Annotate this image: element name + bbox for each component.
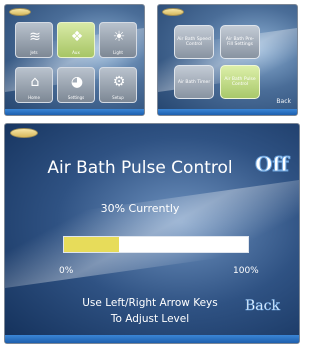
light-icon: ☀ [112,29,126,45]
air-bath-speed-button[interactable]: Air Bath Speed Control [174,25,214,59]
tile-jets[interactable]: ≋ Jets [15,22,53,58]
instruction-line-2: To Adjust Level [110,313,190,325]
home-icon: ⌂ [30,74,40,90]
tile-setup[interactable]: ⚙ Setup [99,67,137,103]
bottom-bar [5,109,144,115]
brand-logo [10,128,38,138]
main-menu-screen: ≋ Jets ❖ Aux ☀ Light ⌂ Home ◕ Settings ⚙… [4,4,145,116]
max-label: 100% [233,266,259,276]
tile-aux[interactable]: ❖ Aux [57,22,95,58]
brand-logo [162,8,184,16]
air-bath-prefill-button[interactable]: Air Bath Pre-Fill Settings [220,25,260,59]
pulse-state-toggle[interactable]: Off [255,152,290,177]
aux-icon: ❖ [70,29,84,45]
air-bath-timer-button[interactable]: Air Bath Timer [174,65,214,99]
aux-control-screen: Air Bath Speed Control Air Bath Pre-Fill… [157,4,298,116]
pulse-control-screen: Air Bath Pulse Control Off 30% Currently… [4,123,300,344]
spa-jets-icon: ≋ [29,29,41,45]
back-button[interactable]: Back [276,98,291,105]
tile-settings[interactable]: ◕ Settings [57,67,95,103]
page-title: Air Bath Pulse Control [47,158,233,178]
back-button[interactable]: Back [245,298,280,315]
tile-home[interactable]: ⌂ Home [15,67,53,103]
gear-icon: ⚙ [112,74,126,90]
min-label: 0% [59,266,74,276]
instruction-text: Use Left/Right Arrow Keys To Adjust Leve… [45,295,255,327]
level-bar-fill [64,237,120,252]
bottom-bar [5,335,299,343]
level-bar[interactable] [63,236,249,253]
brand-logo [9,8,31,16]
air-bath-pulse-button[interactable]: Air Bath Pulse Control [220,65,260,99]
current-level-text: 30% Currently [100,202,180,215]
bottom-bar [158,109,297,115]
settings-icon: ◕ [70,74,84,90]
instruction-line-1: Use Left/Right Arrow Keys [82,297,218,309]
tile-light[interactable]: ☀ Light [99,22,137,58]
